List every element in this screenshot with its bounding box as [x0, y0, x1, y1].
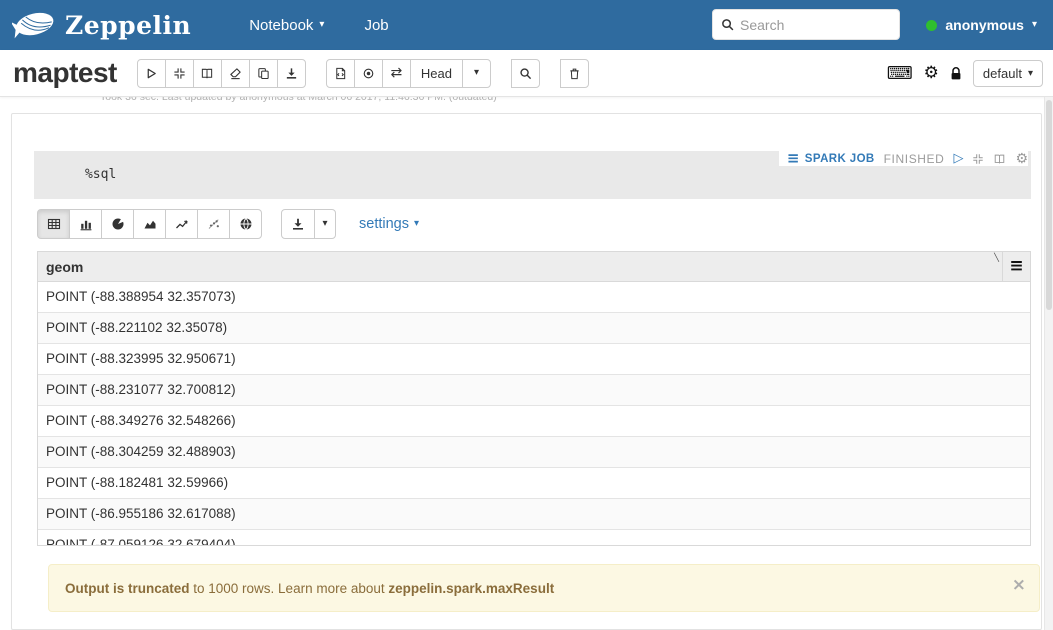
table-row: POINT (-88.304259 32.488903)	[38, 437, 1030, 468]
main-nav: Notebook ▾ Job	[249, 17, 388, 34]
search-group	[511, 59, 540, 88]
table-row: POINT (-88.231077 32.700812)	[38, 375, 1030, 406]
table-row: POINT (-88.349276 32.548266)	[38, 406, 1030, 437]
map-chart-button[interactable]	[229, 209, 262, 239]
chart-type-group	[37, 209, 262, 239]
table-header-row: geom ╲ ≡	[38, 252, 1030, 282]
settings-toggle[interactable]: settings ▾	[359, 216, 419, 232]
scrollbar-thumb[interactable]	[1046, 100, 1052, 310]
top-navbar: Zeppelin Notebook ▾ Job anonymous ▾	[0, 0, 1053, 50]
revision-label: Head	[421, 66, 452, 81]
scatter-chart-button[interactable]	[197, 209, 230, 239]
alert-text: Output is truncated to 1000 rows. Learn …	[65, 581, 554, 596]
search-box	[712, 9, 900, 40]
spark-job-label: SPARK JOB	[805, 153, 875, 165]
area-chart-button[interactable]	[133, 209, 166, 239]
chevron-down-icon: ▾	[1028, 69, 1033, 79]
job-status: FINISHED	[884, 152, 945, 166]
nav-item-label: Job	[364, 17, 388, 34]
zeppelin-brand[interactable]: Zeppelin	[12, 8, 191, 42]
interpreter-binding-button[interactable]: default ▾	[973, 60, 1043, 87]
chevron-down-icon: ▾	[414, 219, 419, 229]
note-toolbar: maptest ⇄ Head	[0, 50, 1053, 97]
paragraph-settings-icon[interactable]: ⚙	[1015, 152, 1028, 166]
user-name: anonymous	[945, 17, 1024, 33]
version-control-button[interactable]	[326, 59, 355, 88]
previous-paragraph-footer: Took 36 sec. Last updated by anonymous a…	[0, 97, 1053, 107]
keyboard-shortcuts-icon[interactable]: ⌨	[887, 65, 913, 83]
brand-title: Zeppelin	[65, 11, 191, 40]
nav-item-notebook[interactable]: Notebook ▾	[249, 17, 324, 34]
revision-head-button[interactable]: Head	[410, 59, 463, 88]
online-status-icon	[926, 20, 937, 31]
table-menu-button[interactable]: ≡	[1002, 252, 1030, 281]
export-note-button[interactable]	[277, 59, 306, 88]
line-chart-button[interactable]	[165, 209, 198, 239]
revision-dropdown-button[interactable]: ▾	[462, 59, 491, 88]
paragraph-controls: ≡ SPARK JOB FINISHED ▷ ⚙	[779, 151, 1028, 166]
column-header-geom[interactable]: geom ╲	[38, 252, 1002, 281]
nav-item-job[interactable]: Job	[364, 17, 388, 34]
table-chart-button[interactable]	[37, 209, 70, 239]
download-options-button[interactable]: ▾	[314, 209, 336, 239]
bar-chart-button[interactable]	[69, 209, 102, 239]
run-paragraph-icon[interactable]: ▷	[953, 152, 963, 165]
column-resize-handle[interactable]: ╲	[994, 254, 999, 262]
pie-chart-button[interactable]	[101, 209, 134, 239]
interpreter-binding-label: default	[983, 66, 1022, 81]
spark-job-link[interactable]: ≡ SPARK JOB	[787, 151, 875, 166]
paragraph-card: %sql SELECT * FROM wktpoint ≡ SPARK JOB …	[11, 113, 1042, 630]
truncation-alert: Output is truncated to 1000 rows. Learn …	[48, 564, 1040, 612]
chevron-down-icon: ▾	[1032, 20, 1037, 30]
hamburger-icon: ≡	[1009, 258, 1023, 275]
note-action-group	[137, 59, 306, 88]
compare-icon: ⇄	[391, 66, 403, 80]
download-data-button[interactable]	[281, 209, 315, 239]
user-menu[interactable]: anonymous ▾	[926, 0, 1037, 50]
compare-revisions-button[interactable]: ⇄	[382, 59, 411, 88]
table-row: POINT (-86.955186 32.617088)	[38, 499, 1030, 530]
search-input[interactable]	[740, 17, 921, 33]
delete-group	[560, 59, 589, 88]
show-output-button[interactable]	[193, 59, 222, 88]
toolbar-right: ⌨ ⚙ default ▾	[887, 50, 1043, 97]
clear-output-button[interactable]	[221, 59, 250, 88]
search-code-button[interactable]	[511, 59, 540, 88]
result-table: geom ╲ ≡ POINT (-88.388954 32.357073) PO…	[37, 251, 1031, 546]
list-icon: ≡	[787, 151, 800, 166]
clone-note-button[interactable]	[249, 59, 278, 88]
run-all-button[interactable]	[137, 59, 166, 88]
chevron-down-icon: ▾	[322, 219, 327, 229]
remove-note-button[interactable]	[560, 59, 589, 88]
table-row: POINT (-88.323995 32.950671)	[38, 344, 1030, 375]
zeppelin-logo-icon	[12, 8, 58, 42]
table-row: POINT (-88.221102 32.35078)	[38, 313, 1030, 344]
note-title[interactable]: maptest	[13, 57, 117, 89]
table-row: POINT (-87.059126 32.679404)	[38, 530, 1030, 546]
gear-icon[interactable]: ⚙	[924, 65, 939, 82]
table-row: POINT (-88.182481 32.59966)	[38, 468, 1030, 499]
search-icon	[721, 18, 734, 31]
nav-item-label: Notebook	[249, 17, 313, 34]
collapse-code-button[interactable]	[165, 59, 194, 88]
revision-group: ⇄ Head ▾	[326, 59, 491, 88]
chevron-down-icon: ▾	[319, 20, 324, 30]
page-scrollbar[interactable]	[1044, 97, 1053, 630]
show-editor-icon[interactable]	[993, 153, 1006, 165]
visualization-row: ▾ settings ▾	[37, 209, 419, 239]
chevron-down-icon: ▾	[474, 68, 479, 78]
set-revision-button[interactable]	[354, 59, 383, 88]
download-group: ▾	[281, 209, 336, 239]
close-icon[interactable]: ×	[1012, 577, 1026, 594]
settings-label: settings	[359, 216, 409, 232]
table-row: POINT (-88.388954 32.357073)	[38, 282, 1030, 313]
lock-icon[interactable]	[950, 66, 962, 81]
collapse-paragraph-icon[interactable]	[972, 153, 984, 165]
